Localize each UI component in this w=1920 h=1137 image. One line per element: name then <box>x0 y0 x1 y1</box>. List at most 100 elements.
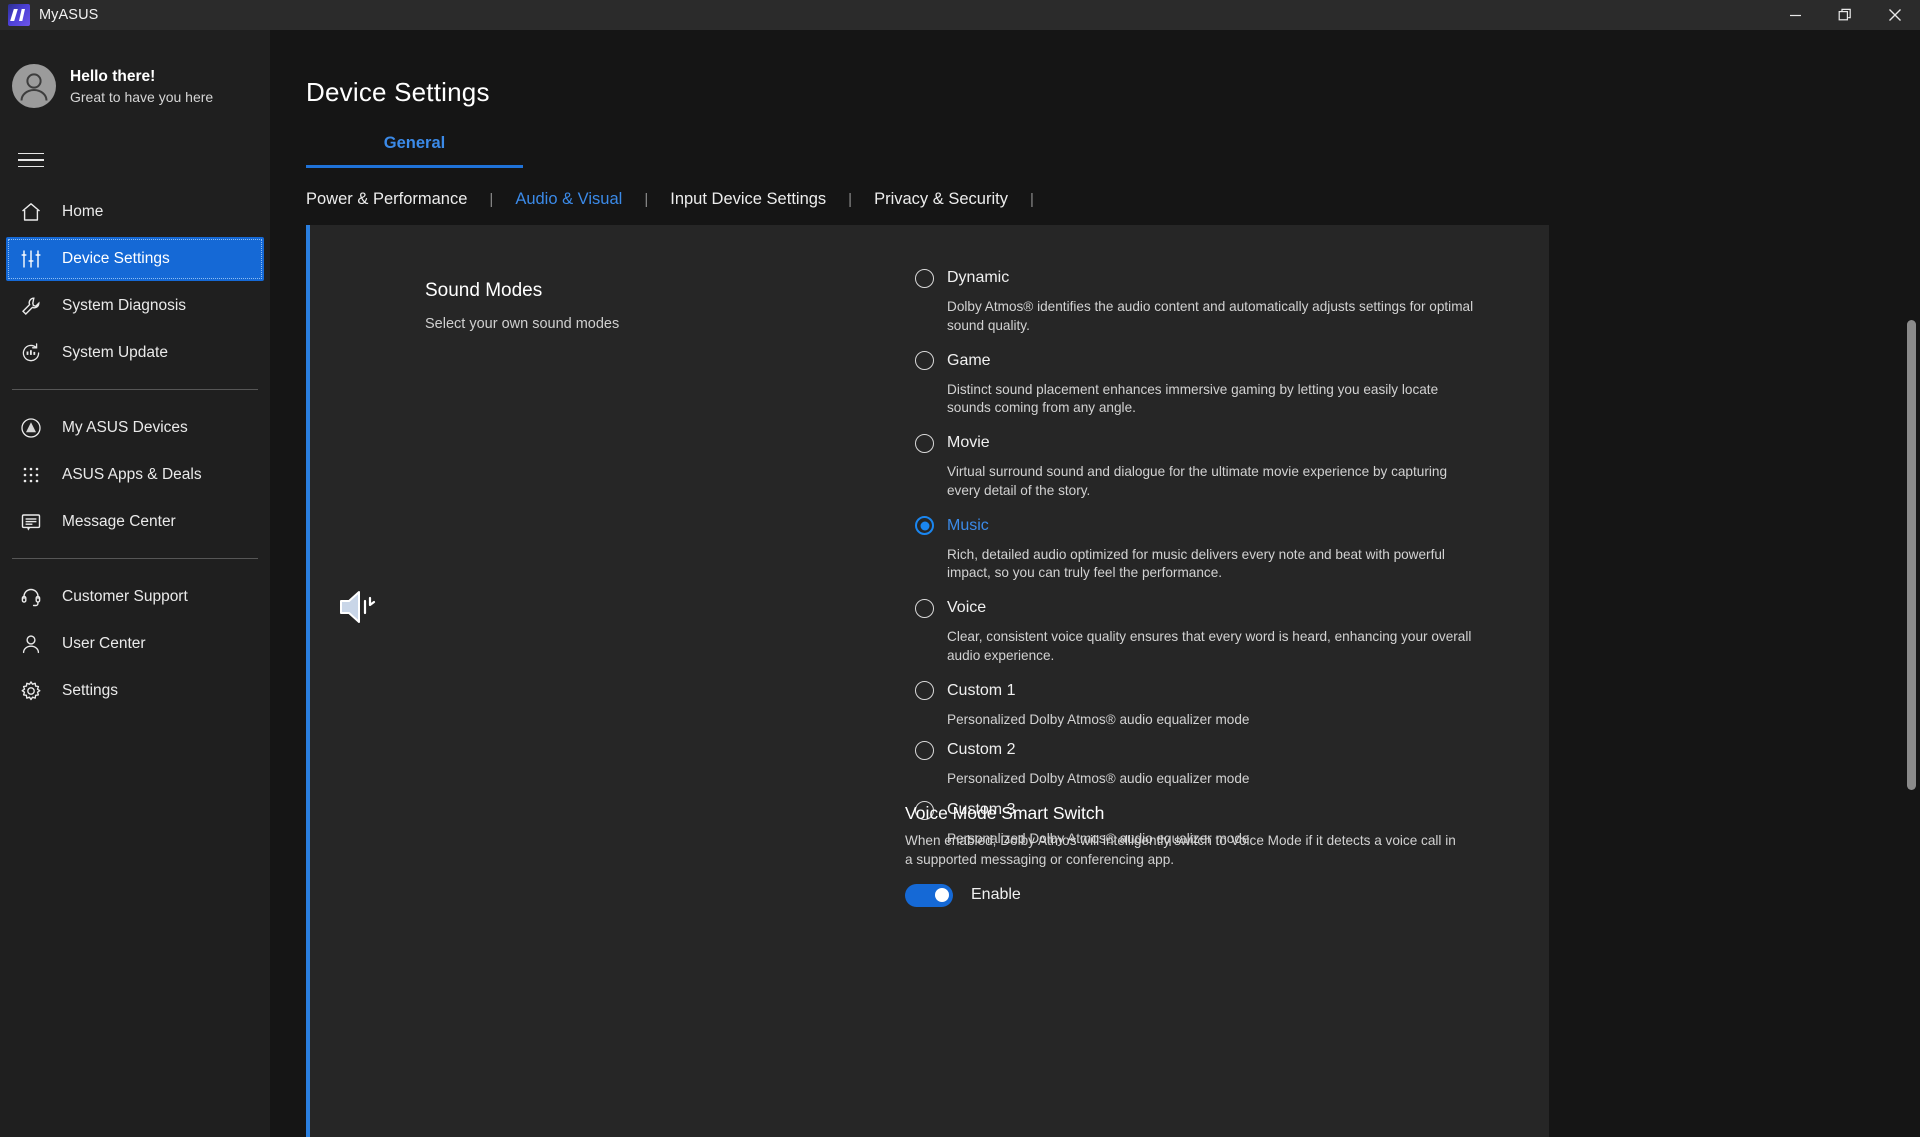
option-description: Rich, detailed audio optimized for music… <box>947 546 1477 584</box>
sidebar-group-primary: Home Device Settings System Diagnos <box>0 190 270 375</box>
gear-icon <box>18 678 44 704</box>
myasus-logo-icon <box>8 4 30 26</box>
option-row[interactable]: Game <box>915 346 1495 376</box>
maximize-restore-icon[interactable] <box>1820 0 1870 30</box>
wrench-icon <box>18 293 44 319</box>
sound-modes-options: Dynamic Dolby Atmos® identifies the audi… <box>915 263 1495 855</box>
audio-visual-panel: Sound Modes Select your own sound modes … <box>306 225 1549 1137</box>
asus-devices-icon <box>18 415 44 441</box>
option-description: Personalized Dolby Atmos® audio equalize… <box>947 770 1477 789</box>
title-bar: MyASUS <box>0 0 1920 30</box>
sidebar-item-label: ASUS Apps & Deals <box>62 466 202 484</box>
option-description: Virtual surround sound and dialogue for … <box>947 463 1477 501</box>
message-icon <box>18 509 44 535</box>
tab-input-device-settings[interactable]: Input Device Settings <box>670 190 826 209</box>
option-row[interactable]: Custom 1 <box>915 676 1495 706</box>
section-title: Sound Modes <box>425 280 619 302</box>
option-label: Dynamic <box>947 269 1009 287</box>
enable-toggle[interactable] <box>905 884 953 907</box>
sidebar-group-account: Customer Support User Center <box>0 575 270 713</box>
option-description: Personalized Dolby Atmos® audio equalize… <box>947 711 1477 730</box>
option-label: Movie <box>947 434 990 452</box>
sound-mode-option-voice[interactable]: Voice Clear, consistent voice quality en… <box>915 593 1495 666</box>
option-row[interactable]: Voice <box>915 593 1495 623</box>
sidebar-item-label: User Center <box>62 635 146 653</box>
option-description: Distinct sound placement enhances immers… <box>947 381 1477 419</box>
sound-mode-option-custom-2[interactable]: Custom 2 Personalized Dolby Atmos® audio… <box>915 735 1495 789</box>
option-description: Clear, consistent voice quality ensures … <box>947 628 1477 666</box>
sidebar-item-my-asus-devices[interactable]: My ASUS Devices <box>6 406 264 450</box>
radio-game[interactable] <box>915 351 934 370</box>
sound-mode-option-dynamic[interactable]: Dynamic Dolby Atmos® identifies the audi… <box>915 263 1495 336</box>
page-scrollbar-thumb[interactable] <box>1907 320 1916 790</box>
tab-audio-visual[interactable]: Audio & Visual <box>515 190 622 209</box>
hamburger-menu-icon[interactable] <box>12 140 52 180</box>
sound-mode-option-movie[interactable]: Movie Virtual surround sound and dialogu… <box>915 428 1495 501</box>
sidebar-group-services: My ASUS Devices ASUS Apps & Deals <box>0 406 270 544</box>
minimize-icon[interactable] <box>1770 0 1820 30</box>
home-icon <box>18 199 44 225</box>
smart-switch-toggle-row: Enable <box>905 884 1505 907</box>
sidebar-item-label: System Diagnosis <box>62 297 186 315</box>
option-description: Dolby Atmos® identifies the audio conten… <box>947 298 1477 336</box>
tab-active-underline <box>306 165 523 168</box>
sidebar-item-message-center[interactable]: Message Center <box>6 500 264 544</box>
user-profile[interactable]: Hello there! Great to have you here <box>0 30 270 122</box>
smart-switch-description: When enabled, Dolby Atmos will intellige… <box>905 832 1465 870</box>
radio-movie[interactable] <box>915 434 934 453</box>
sidebar-item-customer-support[interactable]: Customer Support <box>6 575 264 619</box>
sidebar-item-device-settings[interactable]: Device Settings <box>6 237 264 281</box>
user-avatar-icon <box>12 64 56 108</box>
sidebar-item-settings[interactable]: Settings <box>6 669 264 713</box>
section-subtitle: Select your own sound modes <box>425 316 619 332</box>
sidebar-item-label: System Update <box>62 344 168 362</box>
sound-mode-option-game[interactable]: Game Distinct sound placement enhances i… <box>915 346 1495 419</box>
close-icon[interactable] <box>1870 0 1920 30</box>
tab-separator: | <box>467 191 515 208</box>
sidebar-item-label: Message Center <box>62 513 176 531</box>
option-row[interactable]: Dynamic <box>915 263 1495 293</box>
grid-dots-icon <box>18 462 44 488</box>
radio-voice[interactable] <box>915 599 934 618</box>
tab-general[interactable]: General <box>306 134 523 165</box>
option-label: Custom 1 <box>947 682 1015 700</box>
sidebar-item-home[interactable]: Home <box>6 190 264 234</box>
page-scrollbar[interactable] <box>1907 230 1916 1135</box>
sidebar-item-system-update[interactable]: System Update <box>6 331 264 375</box>
option-label: Custom 2 <box>947 741 1015 759</box>
sidebar-divider <box>12 389 258 390</box>
radio-music[interactable] <box>915 516 934 535</box>
option-row[interactable]: Custom 2 <box>915 735 1495 765</box>
sidebar-item-system-diagnosis[interactable]: System Diagnosis <box>6 284 264 328</box>
enable-toggle-label: Enable <box>971 886 1021 904</box>
sound-mode-option-music[interactable]: Music Rich, detailed audio optimized for… <box>915 511 1495 584</box>
speaker-volume-icon <box>335 583 383 631</box>
headset-icon <box>18 584 44 610</box>
tab-separator: | <box>1008 191 1056 208</box>
app-title: MyASUS <box>39 7 98 23</box>
update-refresh-icon <box>18 340 44 366</box>
panel-inner: Sound Modes Select your own sound modes … <box>310 225 1549 1137</box>
radio-custom-2[interactable] <box>915 741 934 760</box>
tab-separator: | <box>826 191 874 208</box>
person-icon <box>18 631 44 657</box>
tab-privacy-security[interactable]: Privacy & Security <box>874 190 1008 209</box>
smart-switch-title: Voice Mode Smart Switch <box>905 803 1505 824</box>
sound-mode-option-custom-1[interactable]: Custom 1 Personalized Dolby Atmos® audio… <box>915 676 1495 730</box>
sidebar-item-user-center[interactable]: User Center <box>6 622 264 666</box>
sidebar-item-asus-apps-deals[interactable]: ASUS Apps & Deals <box>6 453 264 497</box>
main-content: Device Settings General Power & Performa… <box>270 30 1920 1137</box>
option-label: Game <box>947 352 991 370</box>
radio-custom-1[interactable] <box>915 681 934 700</box>
tab-power-performance[interactable]: Power & Performance <box>306 190 467 209</box>
sidebar-item-label: Settings <box>62 682 118 700</box>
sidebar-divider <box>12 558 258 559</box>
primary-tabbar: General <box>306 134 523 168</box>
radio-dynamic[interactable] <box>915 269 934 288</box>
myasus-window: MyASUS <box>0 0 1920 1137</box>
option-row[interactable]: Music <box>915 511 1495 541</box>
option-row[interactable]: Movie <box>915 428 1495 458</box>
voice-mode-smart-switch-section: Voice Mode Smart Switch When enabled, Do… <box>905 803 1505 907</box>
option-label: Voice <box>947 599 986 617</box>
tab-separator: | <box>622 191 670 208</box>
